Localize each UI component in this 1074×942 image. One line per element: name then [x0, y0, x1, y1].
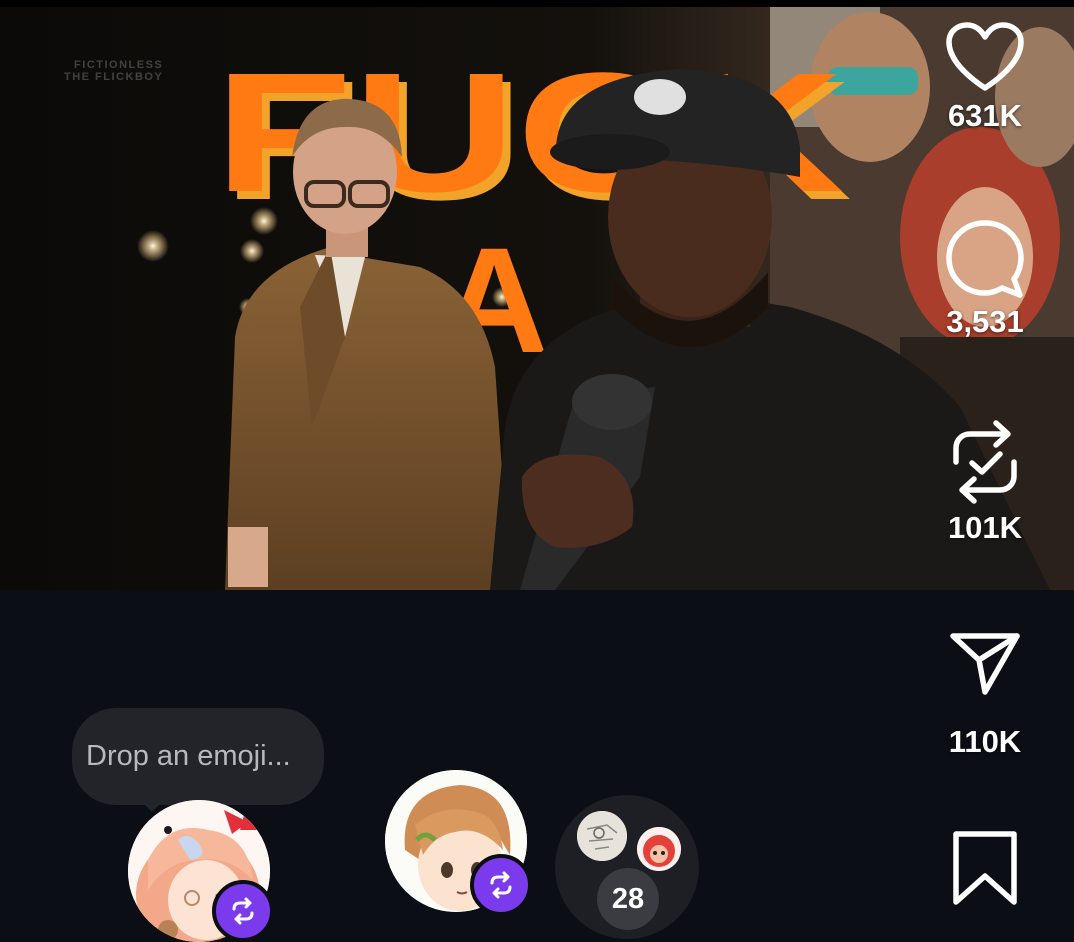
repost-count: 101K	[947, 510, 1023, 545]
share-icon[interactable]	[949, 630, 1021, 696]
repost-badge-icon	[232, 897, 254, 925]
reposter-group[interactable]: 28	[555, 795, 699, 939]
bookmark-action[interactable]	[930, 830, 1040, 906]
video-player[interactable]: FUCK FUCK A FICTIONLESS THE FLICKBOY	[0, 7, 1074, 590]
share-action[interactable]: 110K	[930, 630, 1040, 760]
share-count: 110K	[948, 724, 1022, 759]
heart-icon[interactable]	[945, 22, 1025, 94]
emoji-reply-placeholder: Drop an emoji...	[86, 740, 291, 772]
comment-action[interactable]: 3,531	[930, 218, 1040, 340]
top-edge	[0, 0, 1074, 7]
watermark-line-2: THE FLICKBOY	[64, 71, 164, 83]
repost-action[interactable]: 101K	[930, 418, 1040, 546]
emoji-reply-bubble[interactable]: Drop an emoji...	[72, 708, 324, 805]
comment-icon[interactable]	[944, 218, 1026, 300]
repost-icon[interactable]	[948, 418, 1022, 506]
repost-badge-2	[470, 854, 532, 916]
group-avatar-art-1	[577, 811, 627, 861]
group-avatar-art-2	[637, 827, 681, 871]
watermark-line-1: FICTIONLESS	[74, 59, 164, 71]
video-watermark: FICTIONLESS THE FLICKBOY	[64, 59, 163, 83]
group-avatar-2	[637, 827, 681, 871]
bookmark-icon[interactable]	[950, 830, 1020, 906]
video-frame-art: FUCK FUCK A	[0, 7, 1074, 590]
repost-badge-1	[212, 880, 274, 942]
group-more-count: 28	[597, 868, 659, 930]
repost-badge-icon	[490, 871, 512, 899]
like-action[interactable]: 631K	[930, 22, 1040, 134]
group-avatar-1	[577, 811, 627, 861]
comment-count: 3,531	[946, 304, 1024, 339]
like-count: 631K	[947, 98, 1023, 133]
